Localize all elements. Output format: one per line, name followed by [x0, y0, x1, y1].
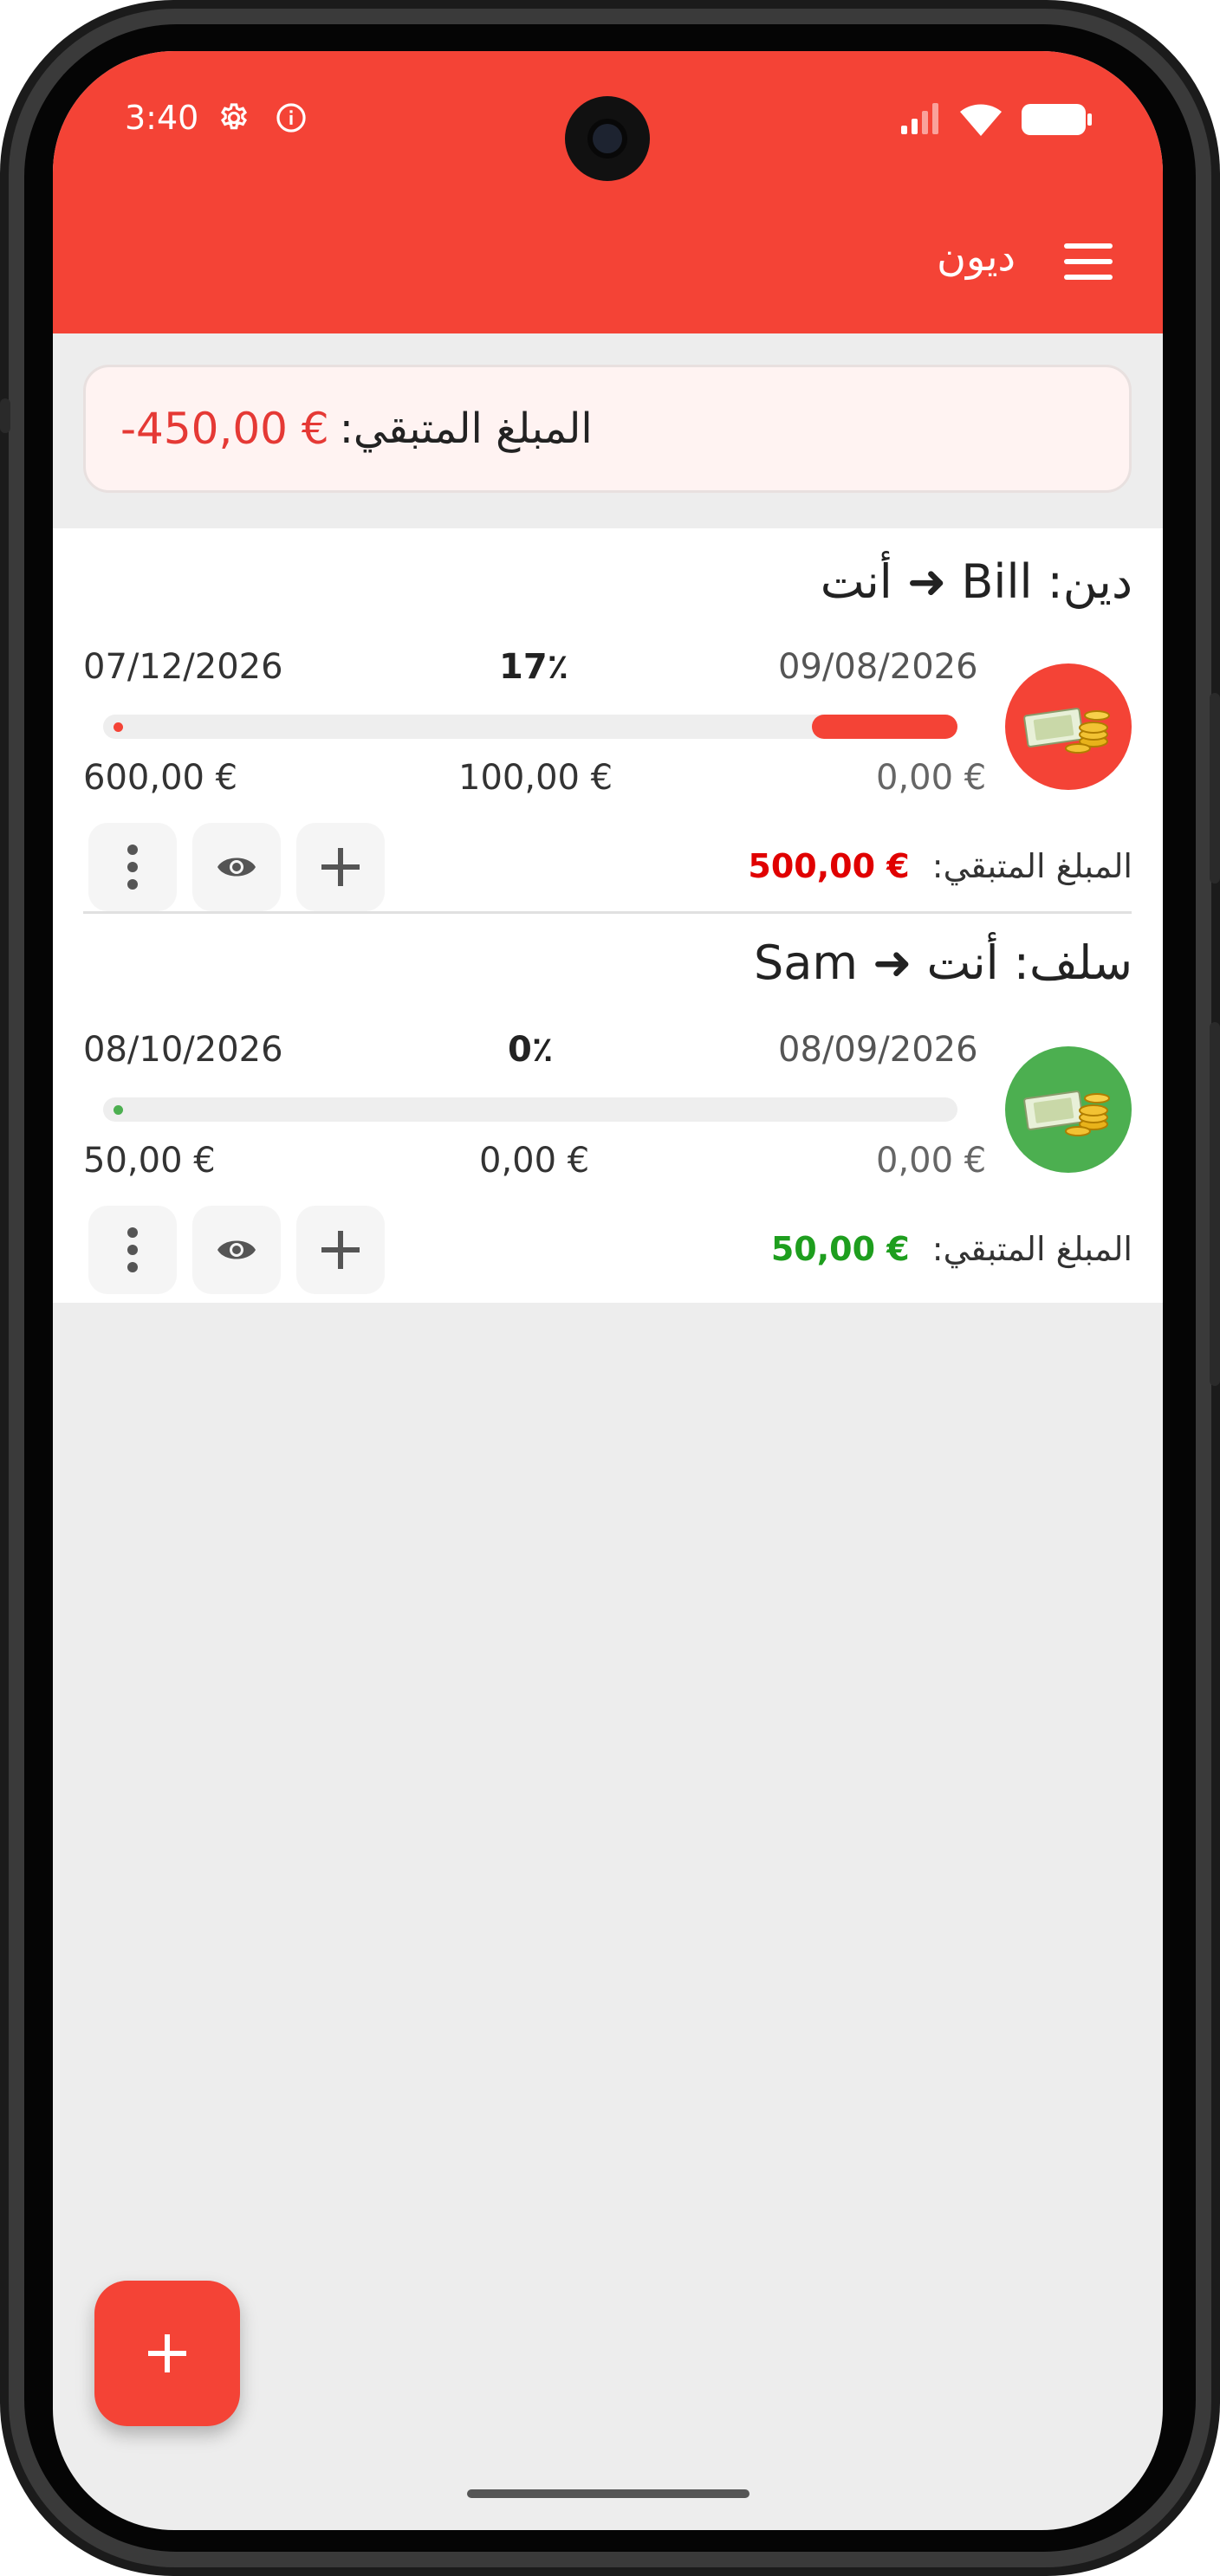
amount-start: 0,00 € — [876, 758, 987, 798]
info-icon — [276, 103, 306, 133]
remaining-amount: المبلغ المتبقي: 50,00 € — [771, 1230, 1132, 1268]
battery-icon — [1022, 104, 1092, 135]
debt-card[interactable]: سلف: أنت ➜ Sam 08/10/2026 0٪ 08/09/2026 — [53, 913, 1163, 1296]
amount-total: 50,00 € — [83, 1141, 216, 1181]
volume-button — [1210, 1022, 1220, 1386]
more-vert-icon — [127, 845, 138, 890]
money-icon — [1005, 1046, 1132, 1173]
more-vert-icon — [127, 1227, 138, 1272]
plus-icon — [321, 1231, 360, 1269]
home-indicator[interactable] — [467, 2489, 750, 2498]
screen: 3:40 ديون -450,00 € المبلغ المتبقي: دين:… — [53, 51, 1163, 2530]
add-debt-fab[interactable] — [94, 2281, 240, 2426]
debt-title: سلف: أنت ➜ Sam — [754, 935, 1132, 990]
progress-percent: 17٪ — [499, 647, 569, 687]
progress-fill — [812, 715, 957, 739]
side-button-left — [0, 398, 10, 433]
summary-label: المبلغ المتبقي: — [339, 405, 593, 453]
progress-dot — [114, 722, 123, 732]
eye-icon — [217, 1240, 256, 1259]
amount-start: 0,00 € — [876, 1141, 987, 1181]
add-payment-button[interactable] — [296, 823, 385, 911]
debt-card[interactable]: دين: Bill ➜ أنت 07/12/2026 17٪ 09/08/202… — [53, 528, 1163, 911]
summary-amount: -450,00 € — [120, 404, 329, 454]
view-button[interactable] — [192, 823, 281, 911]
start-date: 08/09/2026 — [778, 1030, 978, 1070]
amount-total: 600,00 € — [83, 758, 238, 798]
signal-icon — [901, 103, 938, 134]
remaining-amount: المبلغ المتبقي: 500,00 € — [748, 847, 1132, 885]
add-payment-button[interactable] — [296, 1206, 385, 1294]
wifi-icon — [960, 104, 1002, 136]
start-date: 09/08/2026 — [778, 647, 978, 687]
plus-icon — [321, 848, 360, 886]
view-button[interactable] — [192, 1206, 281, 1294]
hamburger-menu-icon[interactable] — [1064, 243, 1113, 280]
eye-icon — [217, 858, 256, 877]
end-date: 07/12/2026 — [83, 647, 283, 687]
progress-bar — [103, 1097, 957, 1122]
power-button — [1210, 693, 1220, 883]
status-time: 3:40 — [125, 99, 199, 137]
remaining-label: المبلغ المتبقي: — [931, 847, 1132, 885]
amount-paid: 0,00 € — [479, 1141, 590, 1181]
remaining-summary-card: -450,00 € المبلغ المتبقي: — [83, 365, 1132, 493]
debt-title: دين: Bill ➜ أنت — [820, 554, 1132, 609]
app-header: 3:40 ديون — [53, 51, 1163, 333]
progress-percent: 0٪ — [508, 1030, 554, 1070]
remaining-value: 50,00 € — [770, 1230, 910, 1268]
amount-paid: 100,00 € — [458, 758, 613, 798]
more-options-button[interactable] — [88, 1206, 177, 1294]
money-icon — [1005, 663, 1132, 790]
more-options-button[interactable] — [88, 823, 177, 911]
remaining-label: المبلغ المتبقي: — [931, 1230, 1132, 1268]
front-camera — [565, 96, 650, 181]
gear-icon — [220, 103, 248, 130]
end-date: 08/10/2026 — [83, 1030, 283, 1070]
debt-list: دين: Bill ➜ أنت 07/12/2026 17٪ 09/08/202… — [53, 528, 1163, 1303]
progress-bar — [103, 715, 957, 739]
remaining-value: 500,00 € — [748, 847, 910, 885]
plus-icon — [148, 2334, 186, 2372]
app-title: ديون — [937, 233, 1016, 280]
progress-dot — [114, 1105, 123, 1115]
